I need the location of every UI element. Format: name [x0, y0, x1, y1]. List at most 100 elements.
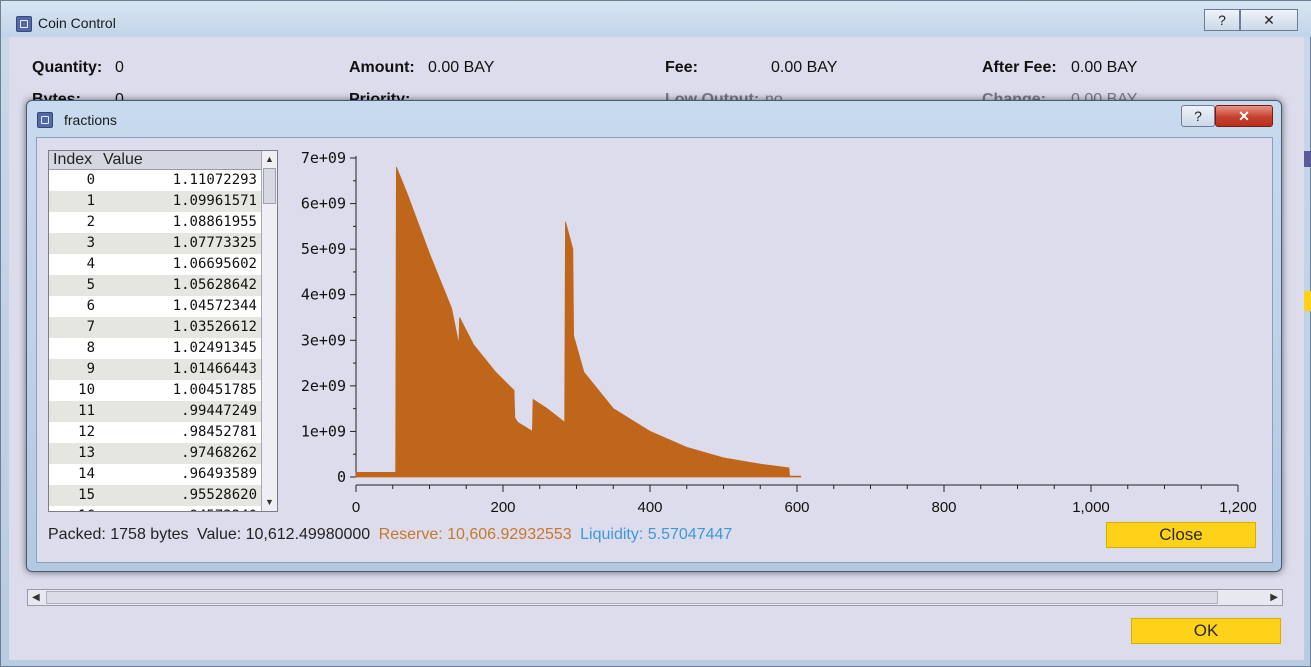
y-tick-label: 4e+09: [301, 286, 346, 304]
app-icon: [37, 112, 53, 128]
row-value: .99447249: [181, 403, 257, 419]
row-value: 1.06695602: [172, 256, 257, 272]
table-row[interactable]: 1 1.09961571: [49, 191, 261, 212]
scroll-down-icon[interactable]: ▼: [265, 495, 274, 510]
table-row[interactable]: 10 1.00451785: [49, 380, 261, 401]
table-row[interactable]: 9 1.01466443: [49, 359, 261, 380]
table-body: 0 1.11072293 1 1.09961571 2 1.08861955 3 1.0777…: [49, 170, 261, 511]
reserve-text: Reserve: 10,606.92932553: [378, 526, 572, 543]
row-index: 7: [86, 319, 95, 335]
row-value: .95528620: [181, 487, 257, 503]
x-tick-label: 1,200: [1219, 499, 1257, 516]
table-row[interactable]: 3 1.07773325: [49, 233, 261, 254]
row-index: 1: [86, 193, 95, 209]
row-value: 1.09961571: [172, 193, 257, 209]
value-text: Value: 10,612.49980000: [197, 526, 371, 543]
y-tick-label: 6e+09: [301, 195, 346, 213]
y-axis: 0 1e+09 2e+09 3e+09 4e+09 5e+09 6e+09 7e+09: [301, 149, 357, 486]
row-value: .98452781: [181, 424, 257, 440]
row-value: 1.07773325: [172, 235, 257, 251]
table-row[interactable]: 7 1.03526612: [49, 317, 261, 338]
table-vertical-scrollbar[interactable]: ▲ ▼: [261, 151, 277, 511]
amount-value: 0.00 BAY: [428, 59, 495, 76]
row-index: 13: [78, 445, 95, 461]
close-button[interactable]: ✕: [1240, 9, 1298, 31]
packed-text: Packed: 1758 bytes: [48, 526, 189, 543]
area-series-0: [355, 166, 802, 478]
x-tick-label: 800: [931, 499, 956, 516]
coin-control-title: Coin Control: [38, 15, 116, 31]
table-row[interactable]: 11 .99447249: [49, 401, 261, 422]
row-value: 1.00451785: [172, 382, 257, 398]
ok-button[interactable]: OK: [1131, 618, 1281, 644]
scroll-left-icon[interactable]: ◀: [32, 590, 40, 605]
after-fee-value: 0.00 BAY: [1071, 59, 1138, 76]
scroll-right-icon[interactable]: ▶: [1270, 590, 1278, 605]
row-index: 14: [78, 466, 95, 482]
row-value: .94573340: [181, 506, 257, 511]
table-row[interactable]: 0 1.11072293: [49, 170, 261, 191]
close-button[interactable]: Close: [1106, 522, 1256, 548]
row-index: 11: [78, 403, 95, 419]
row-index: 6: [86, 298, 95, 314]
fractions-title: fractions: [64, 112, 117, 128]
row-index: 3: [86, 235, 95, 251]
x-tick-label: 400: [637, 499, 662, 516]
help-button[interactable]: ?: [1204, 9, 1240, 31]
close-icon[interactable]: ✕: [1215, 105, 1273, 127]
row-value: .96493589: [181, 466, 257, 482]
table-row[interactable]: 12 .98452781: [49, 422, 261, 443]
x-tick-label: 600: [784, 499, 809, 516]
row-value: 1.02491345: [172, 340, 257, 356]
plot-area: [355, 166, 802, 478]
table-row[interactable]: 16 .94573340: [49, 506, 261, 511]
y-tick-label: 3e+09: [301, 331, 346, 349]
quantity-label: Quantity:: [32, 59, 103, 76]
column-header-value[interactable]: Value: [103, 151, 143, 169]
column-header-index[interactable]: Index: [53, 151, 92, 169]
fractions-table[interactable]: Index Value 0 1.11072293 1 1.09961571 2 1.088…: [48, 150, 278, 512]
x-axis: 0 200 400 600 800 1,000 1,200: [352, 484, 1257, 516]
row-index: 9: [86, 361, 95, 377]
row-value: 1.08861955: [172, 214, 257, 230]
x-tick-label: 1,000: [1072, 499, 1110, 516]
row-value: 1.03526612: [172, 319, 257, 335]
scrollbar-thumb[interactable]: [46, 591, 1218, 604]
row-index: 8: [86, 340, 95, 356]
row-index: 4: [86, 256, 95, 272]
row-index: 10: [78, 382, 95, 398]
x-tick-label: 200: [490, 499, 515, 516]
x-tick-label: 0: [352, 499, 360, 516]
fee-value: 0.00 BAY: [771, 59, 838, 76]
row-value: .97468262: [181, 445, 257, 461]
row-index: 0: [86, 172, 95, 188]
table-row[interactable]: 15 .95528620: [49, 485, 261, 506]
y-tick-label: 2e+09: [301, 377, 346, 395]
table-row[interactable]: 14 .96493589: [49, 464, 261, 485]
table-row[interactable]: 8 1.02491345: [49, 338, 261, 359]
table-row[interactable]: 6 1.04572344: [49, 296, 261, 317]
background-window-fragment: [1304, 151, 1311, 167]
table-row[interactable]: 4 1.06695602: [49, 254, 261, 275]
scrollbar-thumb[interactable]: [263, 168, 276, 204]
help-button[interactable]: ?: [1181, 105, 1215, 127]
table-row[interactable]: 2 1.08861955: [49, 212, 261, 233]
fee-label: Fee:: [665, 59, 698, 76]
fractions-chart: 0 1e+09 2e+09 3e+09 4e+09 5e+09 6e+09 7e+09 0 20…: [301, 149, 1257, 516]
scroll-up-icon[interactable]: ▲: [265, 152, 274, 167]
y-tick-label: 1e+09: [301, 422, 346, 440]
y-tick-label: 0: [337, 468, 346, 486]
y-tick-label: 5e+09: [301, 240, 346, 258]
table-header: Index Value: [49, 151, 261, 170]
background-window-fragment: [1304, 291, 1311, 311]
amount-label: Amount:: [349, 59, 415, 76]
coin-control-titlebar[interactable]: Coin Control ? ✕: [1, 1, 1311, 37]
row-index: 16: [49, 506, 95, 511]
row-index: 12: [78, 424, 95, 440]
table-row[interactable]: 5 1.05628642: [49, 275, 261, 296]
app-icon: [16, 16, 32, 32]
table-row[interactable]: 13 .97468262: [49, 443, 261, 464]
row-index: 5: [86, 277, 95, 293]
row-value: 1.11072293: [172, 172, 257, 188]
coin-list-horizontal-scrollbar[interactable]: ◀ ▶: [27, 589, 1283, 606]
